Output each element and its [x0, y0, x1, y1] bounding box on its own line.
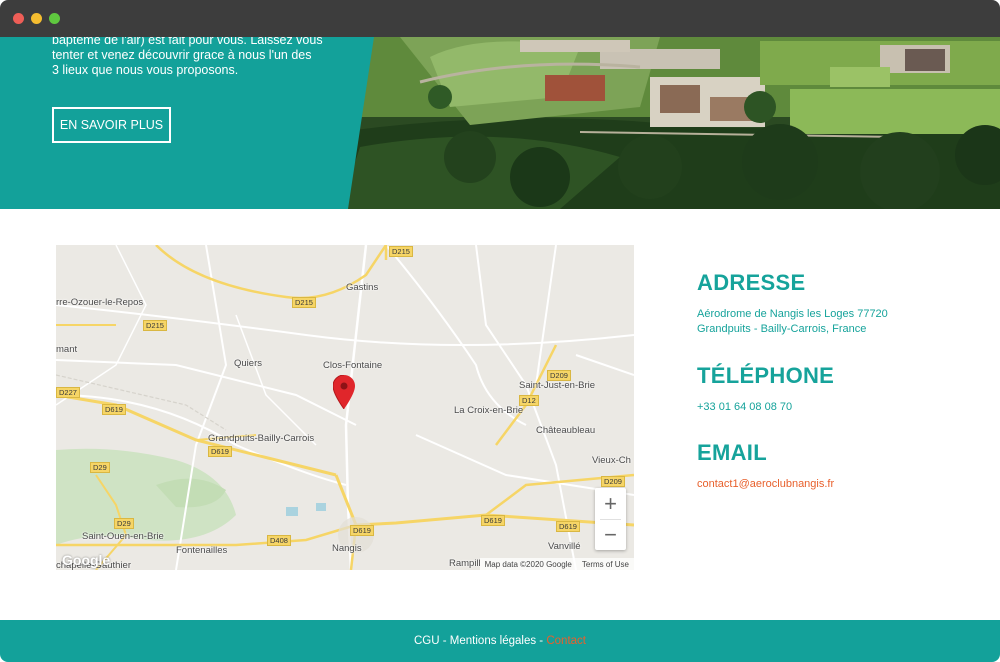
terms-of-use-link[interactable]: Terms of Use — [582, 560, 629, 569]
map-label-saint-just: Saint-Just-en-Brie — [519, 380, 596, 391]
phone-number[interactable]: +33 01 64 08 08 70 — [697, 400, 792, 415]
road-badge: D12 — [519, 395, 539, 406]
contact-link[interactable]: Contact — [546, 635, 586, 647]
map-data-attribution: Map data ©2020 Google — [484, 559, 572, 569]
map-label-vieux-ch: Vieux-Ch — [592, 455, 631, 466]
map-label-ozouer: rre-Ozouer-le-Repos — [56, 297, 144, 308]
phone-heading: TÉLÉPHONE — [697, 363, 835, 388]
legal-notice-link[interactable]: Mentions légales — [450, 635, 536, 647]
map-label-gastins: Gastins — [346, 282, 379, 293]
browser-window: baptême de l'air) est fait pour vous. La… — [0, 0, 1000, 662]
hero-section: baptême de l'air) est fait pour vous. La… — [0, 37, 1000, 209]
address-line-2: Grandpuits - Bailly-Carrois, France — [697, 323, 867, 335]
road-badge: D215 — [389, 246, 413, 257]
map-label-quiers: Quiers — [234, 358, 262, 369]
road-badge: D209 — [601, 476, 625, 487]
map-label-vanville: Vanvillé — [548, 541, 581, 552]
road-badge: D227 — [56, 387, 80, 398]
footer-separator: - — [439, 635, 450, 647]
email-link[interactable]: contact1@aeroclubnangis.fr — [697, 477, 834, 492]
road-badge: D619 — [208, 446, 232, 457]
map-label-mant: mant — [56, 344, 78, 355]
road-badge: D215 — [143, 320, 167, 331]
minimize-window-button[interactable] — [31, 13, 42, 24]
road-badge: D619 — [350, 525, 374, 536]
close-window-button[interactable] — [13, 13, 24, 24]
road-badge: D619 — [102, 404, 126, 415]
address-line-1: Aérodrome de Nangis les Loges 77720 — [697, 308, 888, 320]
window-titlebar — [0, 0, 1000, 37]
email-heading: EMAIL — [697, 440, 767, 465]
road-badge: D619 — [556, 521, 580, 532]
map-attribution-bar: Map data ©2020 Google Terms of Use — [479, 558, 634, 570]
google-logo[interactable]: Google — [62, 552, 110, 568]
map-label-rampill: Rampill — [449, 558, 481, 569]
location-pin-icon[interactable] — [333, 375, 355, 409]
map-label-chateaubleau: Châteaubleau — [536, 425, 596, 436]
map-label-nangis: Nangis — [332, 543, 362, 554]
road-badge: D29 — [114, 518, 134, 529]
road-badge: D619 — [481, 515, 505, 526]
road-badge: D209 — [547, 370, 571, 381]
road-badge: D408 — [267, 535, 291, 546]
map-label-saint-ouen: Saint-Ouen-en-Brie — [82, 531, 164, 542]
hero-text-line: 3 lieux que nous vous proposons. — [52, 63, 239, 77]
map-label-fontenailles: Fontenailles — [176, 545, 228, 556]
site-footer: CGU - Mentions légales - Contact — [0, 620, 1000, 662]
zoom-in-button[interactable]: + — [595, 488, 626, 519]
road-badge: D29 — [90, 462, 110, 473]
address-heading: ADRESSE — [697, 270, 806, 295]
maximize-window-button[interactable] — [49, 13, 60, 24]
footer-separator: - — [536, 635, 547, 647]
map-label-grandpuits: Grandpuits-Bailly-Carrois — [208, 433, 315, 444]
map-label-clos-fontaine: Clos-Fontaine — [323, 360, 383, 371]
google-map[interactable]: Gastins rre-Ozouer-le-Repos Quiers Clos-… — [56, 245, 634, 570]
hero-text-line: baptême de l'air) est fait pour vous. La… — [52, 37, 323, 47]
hero-text-line: tenter et venez découvrir grace à nous l… — [52, 48, 312, 62]
hero-description: baptême de l'air) est fait pour vous. La… — [52, 37, 323, 78]
learn-more-button[interactable]: EN SAVOIR PLUS — [52, 107, 171, 143]
zoom-out-button[interactable]: − — [595, 519, 626, 550]
cgu-link[interactable]: CGU — [414, 635, 440, 647]
map-zoom-control: + − — [595, 488, 626, 550]
zoom-divider — [600, 519, 621, 520]
map-label-croix-en-brie: La Croix-en-Brie — [454, 405, 524, 416]
road-badge: D215 — [292, 297, 316, 308]
